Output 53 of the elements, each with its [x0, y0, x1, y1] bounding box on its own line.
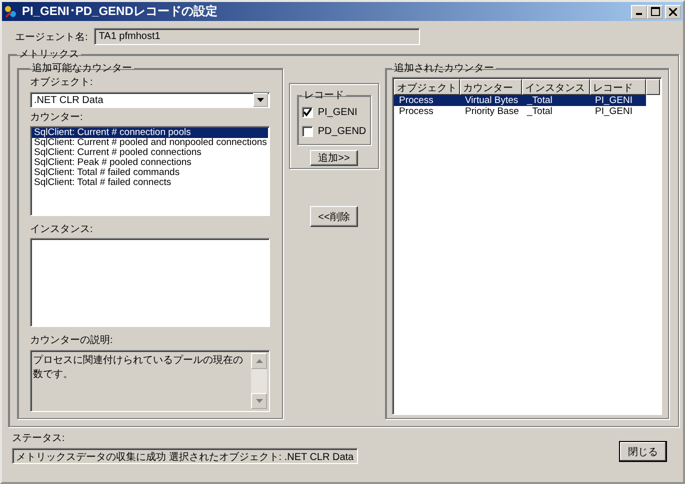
- counter-item[interactable]: SqlClient: Current # pooled and nonpooled connections: [32, 138, 268, 148]
- close-button[interactable]: [665, 4, 681, 18]
- scrollbar[interactable]: [251, 353, 267, 409]
- checkbox[interactable]: [302, 107, 313, 118]
- scroll-down-icon: [256, 398, 262, 403]
- table-cell-text: PI_GENI: [594, 106, 634, 117]
- counter-item[interactable]: SqlClient: Total # failed connects: [32, 178, 268, 188]
- checkbox-label: PI_GENI: [318, 107, 358, 118]
- table-cell-text: Virtual Bytes: [464, 95, 520, 106]
- object-dropdown[interactable]: .NET CLR Data: [30, 92, 270, 108]
- table-row[interactable]: Process Priority Base _Total PI_GENI: [394, 106, 646, 117]
- column-header[interactable]: オブジェクト: [394, 79, 460, 95]
- object-label: オブジェクト:: [30, 76, 94, 89]
- table-cell-text: _Total: [526, 106, 554, 117]
- table-cell-text: Process: [398, 95, 434, 106]
- counter-item[interactable]: SqlClient: Current # connection pools: [32, 128, 268, 138]
- dropdown-arrow-icon: [257, 98, 264, 102]
- close-dialog-button[interactable]: 閉じる: [619, 441, 667, 462]
- app-icon: [4, 4, 18, 18]
- added-counters-title: 追加されたカウンター: [393, 62, 495, 75]
- minimize-icon: [636, 13, 642, 15]
- counter-item[interactable]: SqlClient: Peak # pooled connections: [32, 158, 268, 168]
- checkbox-label: PD_GEND: [318, 126, 366, 137]
- table-row[interactable]: Process Virtual Bytes _Total PI_GENI: [394, 95, 646, 106]
- status-field: メトリックスデータの収集に成功 選択されたオブジェクト: .NET CLR Data: [12, 448, 358, 464]
- instance-label: インスタンス:: [30, 222, 94, 236]
- available-counters-title: 追加可能なカウンター: [31, 62, 133, 75]
- column-header[interactable]: カウンター: [460, 79, 522, 95]
- agent-label: エージェント名:: [15, 30, 88, 44]
- description-label: カウンターの説明:: [30, 334, 114, 348]
- counter-item[interactable]: SqlClient: Current # pooled connections: [32, 148, 268, 158]
- agent-field: TA1 pfmhost1: [94, 28, 420, 45]
- counter-item[interactable]: SqlClient: Total # failed commands: [32, 168, 268, 178]
- status-label: ステータス:: [12, 432, 66, 445]
- counter-label: カウンター:: [30, 111, 84, 124]
- remove-button[interactable]: <<削除: [310, 206, 358, 227]
- metrics-title: メトリックス: [18, 48, 80, 61]
- window-title: PI_GENI･PD_GENDレコードの設定: [22, 3, 218, 20]
- column-header[interactable]: インスタンス: [522, 79, 590, 95]
- record-title: レコード: [302, 89, 345, 102]
- checkbox[interactable]: [302, 126, 313, 137]
- column-header[interactable]: レコード: [590, 79, 646, 95]
- maximize-button[interactable]: [647, 4, 663, 18]
- scroll-up-icon: [256, 359, 262, 364]
- close-icon: [669, 8, 677, 16]
- table-cell-text: Process: [398, 106, 434, 117]
- add-button[interactable]: 追加>>: [310, 150, 358, 166]
- table-cell-text: _Total: [526, 95, 554, 106]
- maximize-icon: [650, 7, 660, 16]
- minimize-button[interactable]: [631, 4, 647, 18]
- description-text: プロセスに関連付けられているプールの現在の数です。: [33, 354, 244, 382]
- table-cell-text: PI_GENI: [594, 95, 634, 106]
- table-cell-text: Priority Base: [464, 106, 520, 117]
